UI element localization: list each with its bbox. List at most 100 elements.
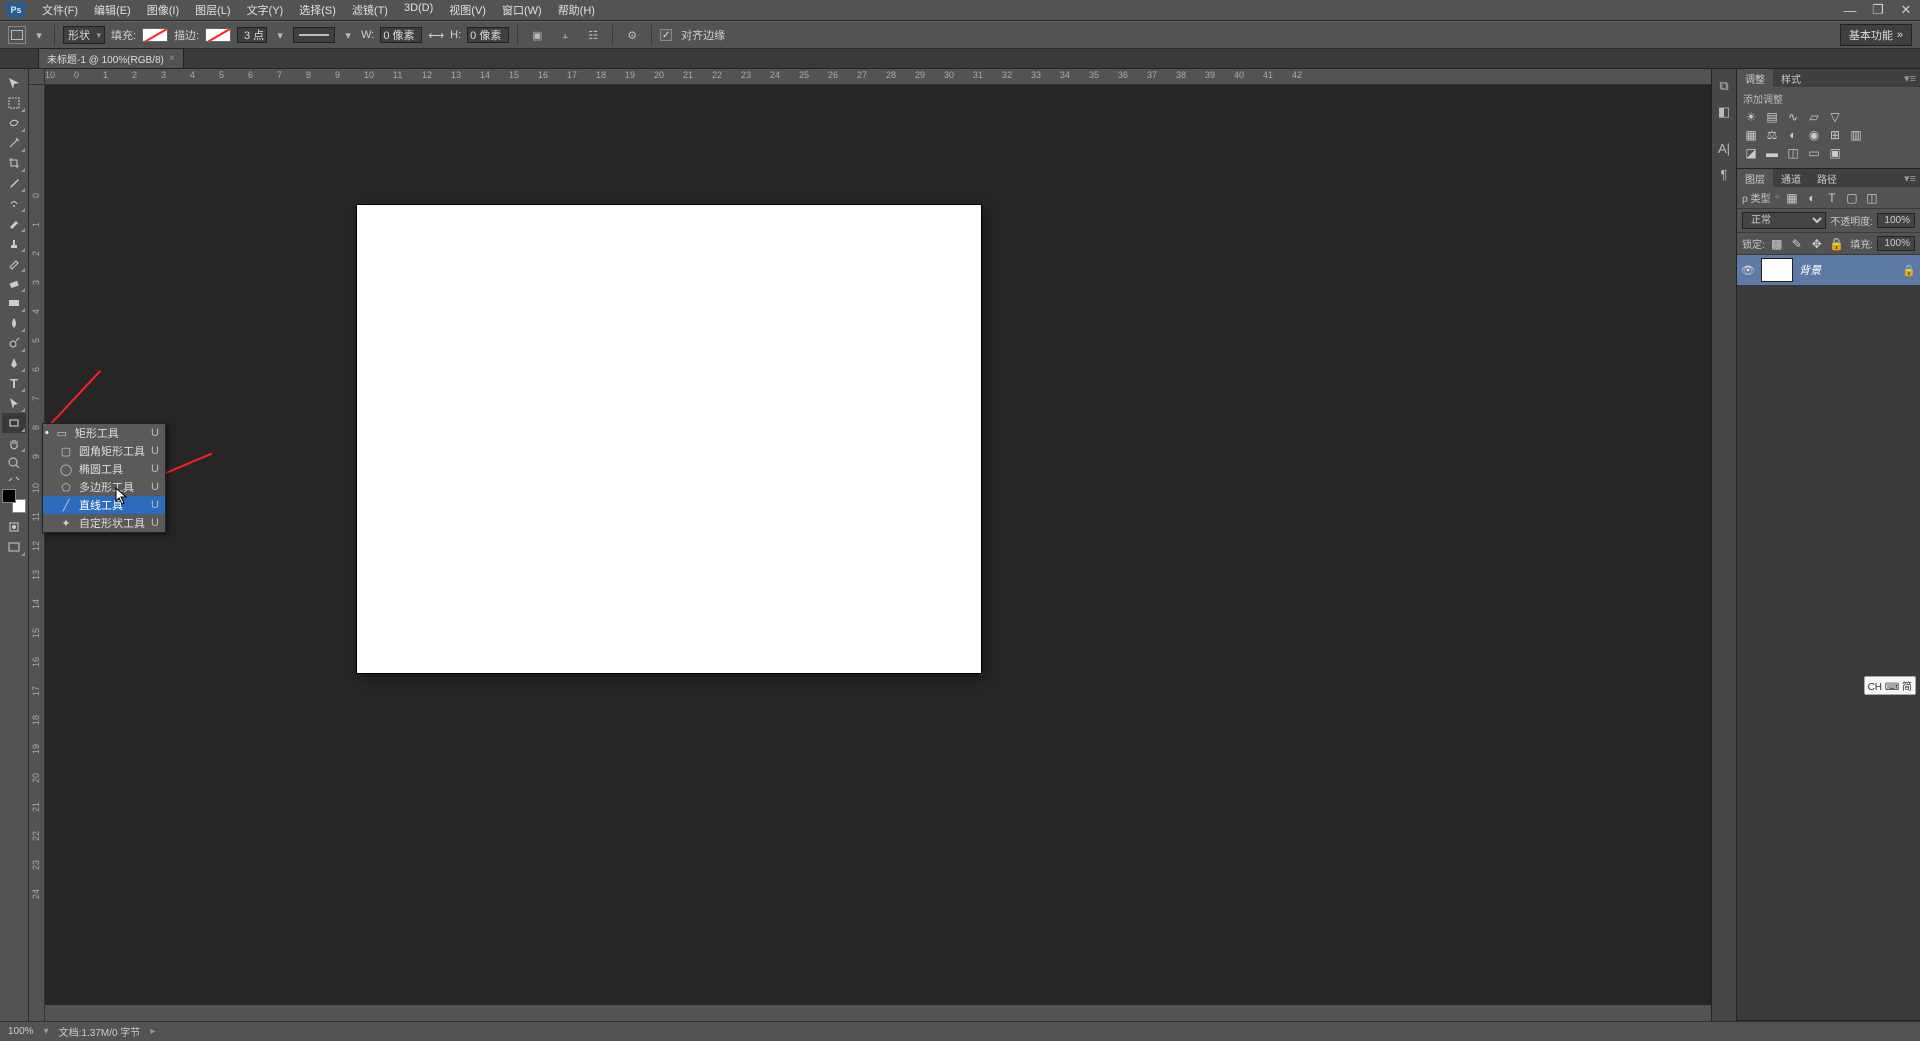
bw-icon[interactable]: ◐ [1785, 128, 1801, 142]
tab-adjustments[interactable]: 调整 [1737, 69, 1773, 88]
flyout-自定形状工具[interactable]: ✦自定形状工具U [43, 514, 165, 532]
hue-icon[interactable]: ▦ [1743, 128, 1759, 142]
gradient-tool[interactable] [2, 293, 26, 313]
lock-transparent-icon[interactable]: ▩ [1769, 237, 1785, 251]
healing-tool[interactable] [2, 193, 26, 213]
marquee-tool[interactable] [2, 93, 26, 113]
menu-选择(S)[interactable]: 选择(S) [291, 0, 344, 20]
canvas[interactable] [357, 205, 981, 673]
blend-mode-select[interactable]: 正常 [1742, 212, 1826, 229]
hand-tool[interactable] [2, 433, 26, 453]
filter-dropdown-icon[interactable]: ÷ [1774, 192, 1780, 203]
menu-帮助(H)[interactable]: 帮助(H) [550, 0, 603, 20]
stroke-style-dd[interactable]: ▾ [341, 29, 355, 42]
doc-info[interactable]: 文档:1.37M/0 字节 [59, 1024, 141, 1039]
brush-tool[interactable] [2, 213, 26, 233]
workspace-switcher[interactable]: 基本功能» [1840, 24, 1912, 46]
curves-icon[interactable]: ∿ [1785, 110, 1801, 124]
foreground-color[interactable] [2, 489, 16, 503]
type-tool[interactable]: T [2, 373, 26, 393]
panel-menu-icon[interactable]: ▾≡ [1904, 172, 1920, 185]
selective-color-icon[interactable]: ▣ [1827, 146, 1843, 160]
ruler-vertical[interactable]: 0123456789101112131415161718192021222324 [29, 85, 45, 1021]
fill-swatch[interactable] [142, 28, 168, 42]
width-input[interactable] [380, 27, 422, 43]
zoom-tool[interactable] [2, 453, 26, 473]
document-tab[interactable]: 未标题-1 @ 100%(RGB/8) × [38, 48, 184, 68]
shape-mode-select[interactable]: 形状 [63, 26, 105, 44]
tab-channels[interactable]: 通道 [1773, 169, 1809, 188]
color-panel-icon[interactable]: ◧ [1713, 101, 1735, 123]
posterize-icon[interactable]: ▬ [1764, 146, 1780, 160]
path-selection-tool[interactable] [2, 393, 26, 413]
path-operations-button[interactable]: ▣ [526, 24, 548, 46]
flyout-矩形工具[interactable]: ▭矩形工具U [43, 424, 165, 442]
character-panel-icon[interactable]: A| [1713, 137, 1735, 159]
minimize-button[interactable]: — [1836, 0, 1864, 20]
filter-smart-icon[interactable]: ◫ [1864, 191, 1880, 205]
eraser-tool[interactable] [2, 273, 26, 293]
threshold-icon[interactable]: ◫ [1785, 146, 1801, 160]
channel-mixer-icon[interactable]: ⊞ [1827, 128, 1843, 142]
filter-type-icon[interactable]: T [1824, 191, 1840, 205]
move-tool[interactable] [2, 73, 26, 93]
swap-colors-icon[interactable] [2, 473, 26, 485]
flyout-圆角矩形工具[interactable]: ▢圆角矩形工具U [43, 442, 165, 460]
stroke-style-select[interactable] [293, 27, 335, 43]
ime-indicator[interactable]: CH ⌨ 简 [1864, 676, 1916, 695]
levels-icon[interactable]: ▤ [1764, 110, 1780, 124]
filter-pixel-icon[interactable]: ▦ [1784, 191, 1800, 205]
menu-编辑(E)[interactable]: 编辑(E) [86, 0, 139, 20]
exposure-icon[interactable]: ▱ [1806, 110, 1822, 124]
visibility-icon[interactable]: 👁 [1741, 264, 1755, 277]
lasso-tool[interactable] [2, 113, 26, 133]
dodge-tool[interactable] [2, 333, 26, 353]
lock-all-icon[interactable]: 🔒 [1829, 237, 1845, 251]
zoom-level[interactable]: 100% [8, 1026, 34, 1037]
paragraph-panel-icon[interactable]: ¶ [1713, 163, 1735, 185]
lock-position-icon[interactable]: ✥ [1809, 237, 1825, 251]
flyout-椭圆工具[interactable]: ◯椭圆工具U [43, 460, 165, 478]
panel-menu-icon[interactable]: ▾≡ [1904, 72, 1920, 85]
balance-icon[interactable]: ⚖ [1764, 128, 1780, 142]
menu-窗口(W)[interactable]: 窗口(W) [494, 0, 550, 20]
filter-adjust-icon[interactable]: ◐ [1804, 191, 1820, 205]
tab-styles[interactable]: 样式 [1773, 69, 1809, 88]
lock-pixels-icon[interactable]: ✎ [1789, 237, 1805, 251]
history-brush-tool[interactable] [2, 253, 26, 273]
ruler-horizontal[interactable]: 1001234567891011121314151617181920212223… [45, 69, 1711, 85]
crop-tool[interactable] [2, 153, 26, 173]
shape-tool[interactable] [2, 413, 26, 433]
menu-图像(I)[interactable]: 图像(I) [139, 0, 187, 20]
maximize-button[interactable]: ❐ [1864, 0, 1892, 20]
close-tab-icon[interactable]: × [169, 53, 175, 64]
stroke-width-input[interactable] [237, 27, 267, 43]
gradient-map-icon[interactable]: ▭ [1806, 146, 1822, 160]
invert-icon[interactable]: ◪ [1743, 146, 1759, 160]
height-input[interactable] [467, 27, 509, 43]
flyout-多边形工具[interactable]: ⬠多边形工具U [43, 478, 165, 496]
menu-滤镜(T)[interactable]: 滤镜(T) [344, 0, 396, 20]
menu-3D(D)[interactable]: 3D(D) [396, 0, 441, 20]
layer-row-background[interactable]: 👁 背景 🔒 [1737, 255, 1920, 285]
align-edges-checkbox[interactable] [660, 29, 672, 41]
tool-preset-dropdown[interactable]: ▾ [32, 29, 46, 42]
history-panel-icon[interactable]: ⧉ [1713, 75, 1735, 97]
menu-图层(L)[interactable]: 图层(L) [187, 0, 238, 20]
close-button[interactable]: ✕ [1892, 0, 1920, 20]
magic-wand-tool[interactable] [2, 133, 26, 153]
blur-tool[interactable] [2, 313, 26, 333]
tool-preset-icon[interactable] [8, 26, 26, 44]
menu-文件(F)[interactable]: 文件(F) [34, 0, 86, 20]
stroke-swatch[interactable] [205, 28, 231, 42]
zoom-dropdown-icon[interactable]: ▾ [44, 1026, 49, 1037]
path-arrange-button[interactable]: ☷ [582, 24, 604, 46]
eyedropper-tool[interactable] [2, 173, 26, 193]
fill-opacity-value[interactable]: 100% [1877, 236, 1915, 251]
menu-视图(V)[interactable]: 视图(V) [441, 0, 494, 20]
flyout-直线工具[interactable]: ╱直线工具U [43, 496, 165, 514]
brightness-icon[interactable]: ☀ [1743, 110, 1759, 124]
layer-thumbnail[interactable] [1761, 258, 1793, 282]
stamp-tool[interactable] [2, 233, 26, 253]
photo-filter-icon[interactable]: ◉ [1806, 128, 1822, 142]
